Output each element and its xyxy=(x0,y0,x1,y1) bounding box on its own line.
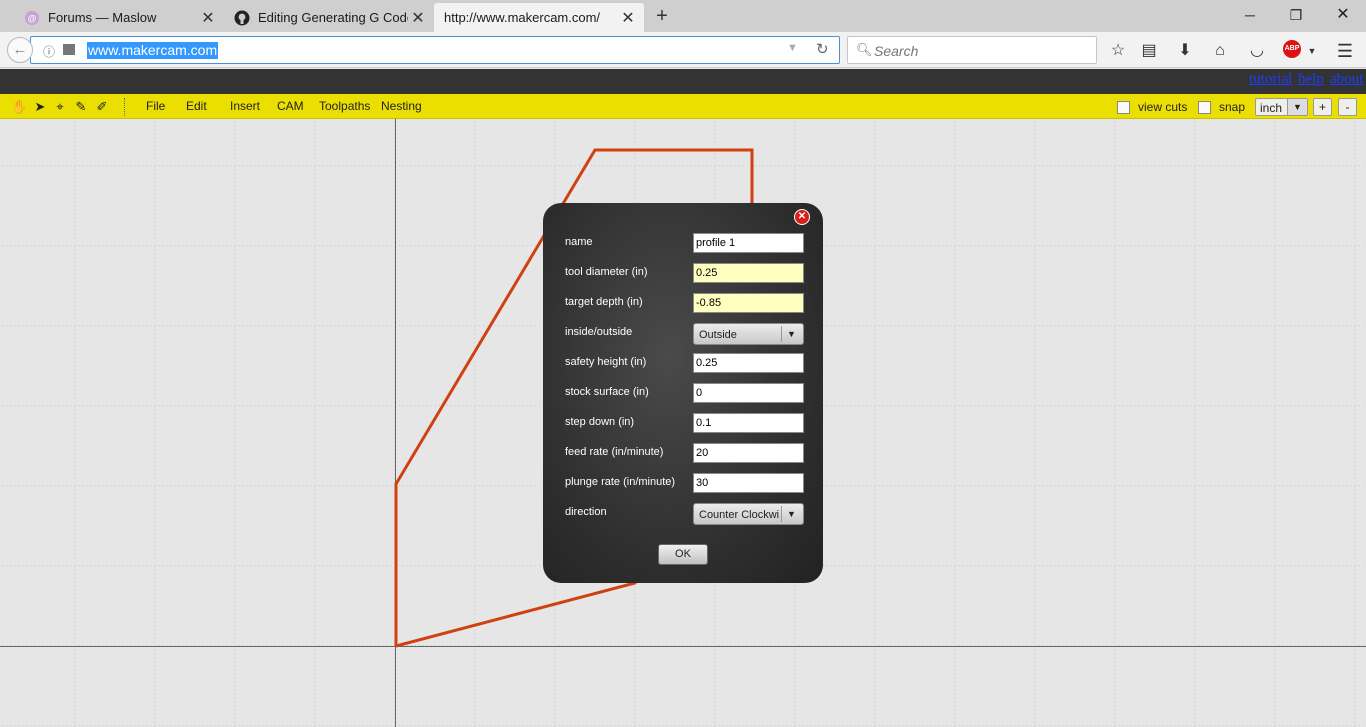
close-window-icon[interactable]: ✕ xyxy=(1331,4,1355,26)
close-tab-icon[interactable]: ✕ xyxy=(408,8,428,28)
page-icon xyxy=(63,44,75,55)
hamburger-menu-icon[interactable]: ☰ xyxy=(1335,41,1355,61)
url-bar[interactable]: ⓘ www.makercam.com ▼ ↻ xyxy=(30,36,840,64)
back-arrow-icon[interactable]: ← xyxy=(7,37,33,63)
pocket-icon[interactable]: ◡ xyxy=(1247,41,1267,61)
target-depth-label: target depth (in) xyxy=(565,296,643,308)
maslow-forum-icon: @ xyxy=(24,10,40,26)
step-down-row: step down (in) xyxy=(565,413,805,433)
view-cuts-checkbox[interactable] xyxy=(1117,101,1130,114)
node-edit-tool-icon[interactable]: ✐ xyxy=(94,99,110,115)
menu-nesting[interactable]: Nesting xyxy=(381,99,422,113)
menu-cam[interactable]: CAM xyxy=(277,99,304,113)
view-cuts-label: view cuts xyxy=(1138,100,1188,114)
search-icon: 🔍︎ xyxy=(856,42,873,57)
stock-surface-field[interactable] xyxy=(693,383,804,403)
direction-value: Counter Clockwise xyxy=(699,509,779,521)
stock-surface-row: stock surface (in) xyxy=(565,383,805,403)
home-icon[interactable]: ⌂ xyxy=(1210,41,1230,61)
url-text[interactable]: www.makercam.com xyxy=(87,42,219,59)
tool-diameter-row: tool diameter (in) xyxy=(565,263,805,283)
navigation-bar: ⓘ www.makercam.com ▼ ↻ ← 🔍︎ ☆ ▤ ⬇ ⌂ ◡ ▼ … xyxy=(0,32,1366,68)
plunge-rate-field[interactable] xyxy=(693,473,804,493)
url-dropdown-icon[interactable]: ▼ xyxy=(787,42,798,54)
ok-button[interactable]: OK xyxy=(658,544,708,565)
tab-title: Editing Generating G Code U xyxy=(258,10,408,25)
site-link-strip: tutorial help about xyxy=(0,69,1366,94)
snap-label: snap xyxy=(1219,100,1246,114)
close-tab-icon[interactable]: ✕ xyxy=(618,8,638,28)
feed-rate-field[interactable] xyxy=(693,443,804,463)
zoom-out-button[interactable]: - xyxy=(1338,98,1357,116)
name-field[interactable] xyxy=(693,233,804,253)
svg-text:@: @ xyxy=(27,13,36,23)
adblock-plus-icon[interactable]: ABP xyxy=(1283,40,1301,58)
close-tab-icon[interactable]: ✕ xyxy=(198,8,218,28)
inside-outside-value: Outside xyxy=(699,329,737,341)
target-depth-row: target depth (in) xyxy=(565,293,805,313)
menu-file[interactable]: File xyxy=(146,99,165,113)
inside-outside-row: inside/outside Outside ▼ xyxy=(565,323,805,345)
bookmark-star-icon[interactable]: ☆ xyxy=(1108,41,1128,61)
pen-tool-icon[interactable]: ✎ xyxy=(73,99,89,115)
inside-outside-label: inside/outside xyxy=(565,326,633,338)
menu-edit[interactable]: Edit xyxy=(186,99,207,113)
step-down-field[interactable] xyxy=(693,413,804,433)
name-row: name xyxy=(565,233,805,253)
info-icon[interactable]: ⓘ xyxy=(43,43,55,60)
github-icon xyxy=(234,10,250,26)
close-dialog-icon[interactable]: ✕ xyxy=(794,209,810,225)
help-link[interactable]: help xyxy=(1298,71,1324,88)
tab-editing-gcode[interactable]: Editing Generating G Code U ✕ xyxy=(224,3,434,32)
safety-height-row: safety height (in) xyxy=(565,353,805,373)
tool-diameter-label: tool diameter (in) xyxy=(565,266,648,278)
download-icon[interactable]: ⬇ xyxy=(1175,41,1195,61)
tutorial-link[interactable]: tutorial xyxy=(1249,71,1292,88)
target-depth-field[interactable] xyxy=(693,293,804,313)
search-input[interactable] xyxy=(874,42,1084,60)
pointer-tool-icon[interactable]: ➤ xyxy=(32,99,48,115)
tab-title: Forums — Maslow xyxy=(48,10,157,25)
menu-toolpaths[interactable]: Toolpaths xyxy=(319,99,370,113)
node-tool-icon[interactable]: ⌖ xyxy=(52,99,68,115)
inside-outside-select[interactable]: Outside ▼ xyxy=(693,323,804,345)
stock-surface-label: stock surface (in) xyxy=(565,386,649,398)
hand-tool-icon[interactable]: ✋ xyxy=(11,99,27,115)
reload-icon[interactable]: ↻ xyxy=(816,40,829,58)
plunge-rate-row: plunge rate (in/minute) xyxy=(565,473,805,493)
feed-rate-label: feed rate (in/minute) xyxy=(565,446,664,458)
profile-dialog: ✕ name tool diameter (in) target depth (… xyxy=(543,203,823,583)
tab-strip: @ Forums — Maslow ✕ Editing Generating G… xyxy=(0,0,1366,32)
direction-label: direction xyxy=(565,506,607,518)
about-link[interactable]: about xyxy=(1330,71,1363,88)
direction-select[interactable]: Counter Clockwise ▼ xyxy=(693,503,804,525)
snap-checkbox[interactable] xyxy=(1198,101,1211,114)
abp-menu-chevron-icon[interactable]: ▼ xyxy=(1302,41,1322,61)
unit-select[interactable]: inch ▼ xyxy=(1255,98,1308,116)
safety-height-field[interactable] xyxy=(693,353,804,373)
tool-diameter-field[interactable] xyxy=(693,263,804,283)
step-down-label: step down (in) xyxy=(565,416,635,428)
menu-insert[interactable]: Insert xyxy=(230,99,260,113)
search-bar[interactable]: 🔍︎ xyxy=(847,36,1097,64)
direction-row: direction Counter Clockwise ▼ xyxy=(565,503,805,525)
restore-icon[interactable]: ❐ xyxy=(1284,4,1308,26)
feed-rate-row: feed rate (in/minute) xyxy=(565,443,805,463)
zoom-in-button[interactable]: + xyxy=(1313,98,1332,116)
minimize-icon[interactable]: ─ xyxy=(1238,4,1262,26)
plunge-rate-label: plunge rate (in/minute) xyxy=(565,476,676,488)
reading-list-icon[interactable]: ▤ xyxy=(1139,41,1159,61)
chevron-down-icon: ▼ xyxy=(781,326,801,342)
tab-forums-maslow[interactable]: @ Forums — Maslow ✕ xyxy=(14,3,224,32)
tab-makercam[interactable]: http://www.makercam.com/ ✕ xyxy=(434,3,644,32)
chevron-down-icon: ▼ xyxy=(781,506,801,522)
new-tab-button[interactable]: + xyxy=(652,5,672,27)
app-toolbar: ✋ ➤ ⌖ ✎ ✐ File Edit Insert CAM Toolpaths… xyxy=(0,94,1366,119)
chevron-down-icon: ▼ xyxy=(1287,99,1307,115)
safety-height-label: safety height (in) xyxy=(565,356,647,368)
name-label: name xyxy=(565,236,593,248)
unit-value: inch xyxy=(1260,101,1283,115)
tab-title: http://www.makercam.com/ xyxy=(444,10,601,25)
toolbar-divider xyxy=(124,98,125,116)
